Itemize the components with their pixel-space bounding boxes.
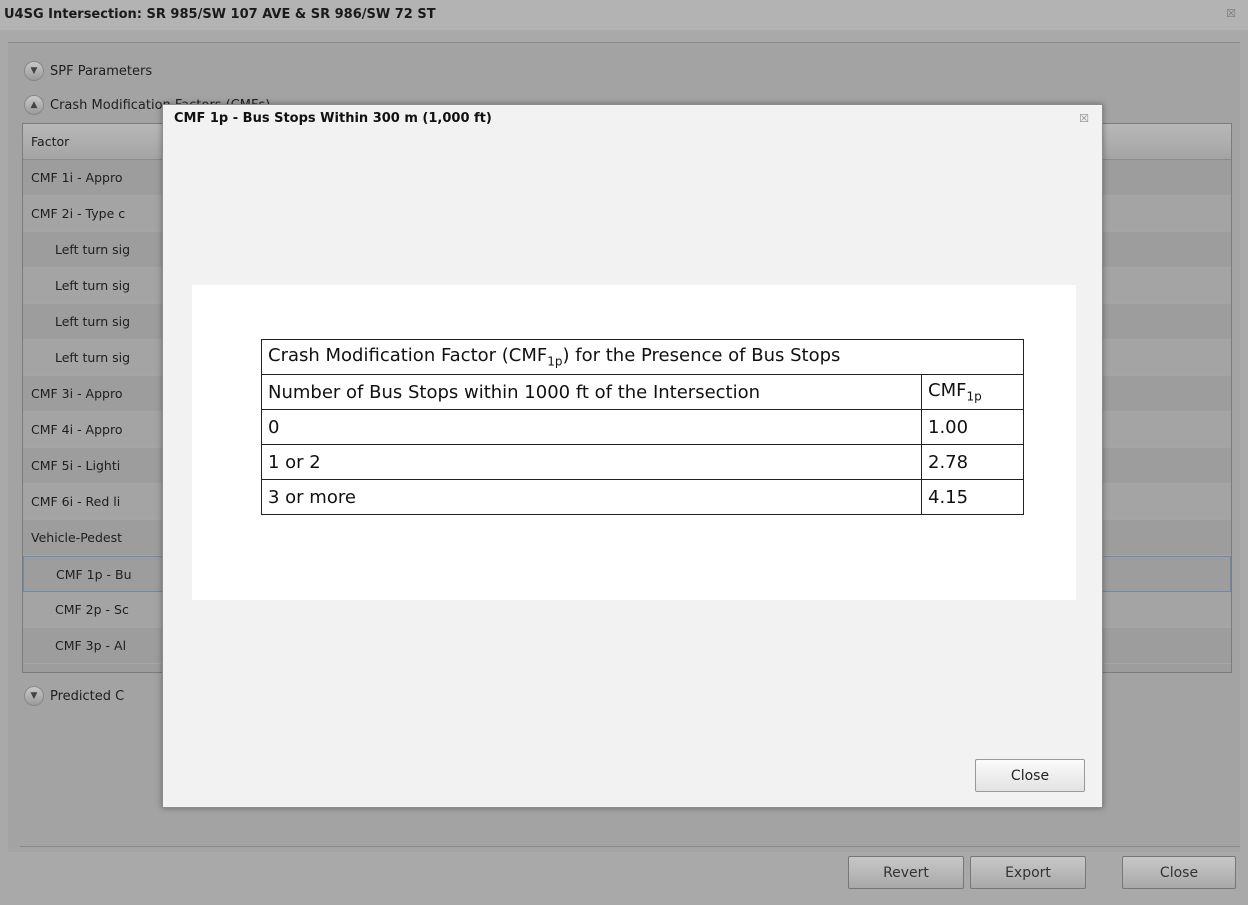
spf-parameters-section[interactable]: ▼ SPF Parameters	[24, 61, 152, 81]
table-caption-row: Crash Modification Factor (CMF1p) for th…	[261, 339, 1024, 375]
cmf-cell: 1.00	[921, 409, 1024, 445]
cmf-cell: 4.15	[921, 479, 1024, 515]
window-close-icon[interactable]: ☒	[1226, 7, 1236, 20]
predicted-section-label: Predicted C	[50, 688, 125, 704]
window-title: U4SG Intersection: SR 985/SW 107 AVE & S…	[4, 7, 436, 22]
cmf-values-table: Crash Modification Factor (CMF1p) for th…	[261, 339, 1024, 515]
stops-cell: 3 or more	[261, 479, 922, 515]
predicted-section[interactable]: ▼ Predicted C	[24, 686, 124, 706]
chevron-down-icon: ▼	[24, 61, 44, 81]
close-button[interactable]: Close	[1122, 856, 1236, 889]
cmf-dialog: CMF 1p - Bus Stops Within 300 m (1,000 f…	[162, 104, 1103, 808]
export-button[interactable]: Export	[970, 856, 1086, 889]
chevron-up-icon: ▲	[24, 95, 44, 115]
stops-column-header: Number of Bus Stops within 1000 ft of th…	[261, 374, 922, 410]
cmf-table-image: Crash Modification Factor (CMF1p) for th…	[192, 285, 1076, 600]
revert-button[interactable]: Revert	[848, 856, 964, 889]
dialog-close-icon[interactable]: ☒	[1079, 112, 1089, 125]
stops-cell: 0	[261, 409, 922, 445]
table-row: 0 1.00	[261, 409, 1024, 445]
spf-parameters-label: SPF Parameters	[50, 63, 153, 79]
table-caption: Crash Modification Factor (CMF1p) for th…	[261, 339, 1024, 375]
stops-cell: 1 or 2	[261, 444, 922, 480]
cmf-cell: 2.78	[921, 444, 1024, 480]
dialog-title: CMF 1p - Bus Stops Within 300 m (1,000 f…	[174, 111, 492, 126]
table-header-row: Number of Bus Stops within 1000 ft of th…	[261, 374, 1024, 410]
dialog-close-button[interactable]: Close	[975, 759, 1085, 792]
chevron-down-icon: ▼	[24, 686, 44, 706]
table-row: 1 or 2 2.78	[261, 444, 1024, 480]
cmf-column-header: CMF1p	[921, 374, 1024, 410]
table-row: 3 or more 4.15	[261, 479, 1024, 515]
divider	[20, 846, 1240, 847]
window-titlebar: U4SG Intersection: SR 985/SW 107 AVE & S…	[0, 0, 1248, 30]
